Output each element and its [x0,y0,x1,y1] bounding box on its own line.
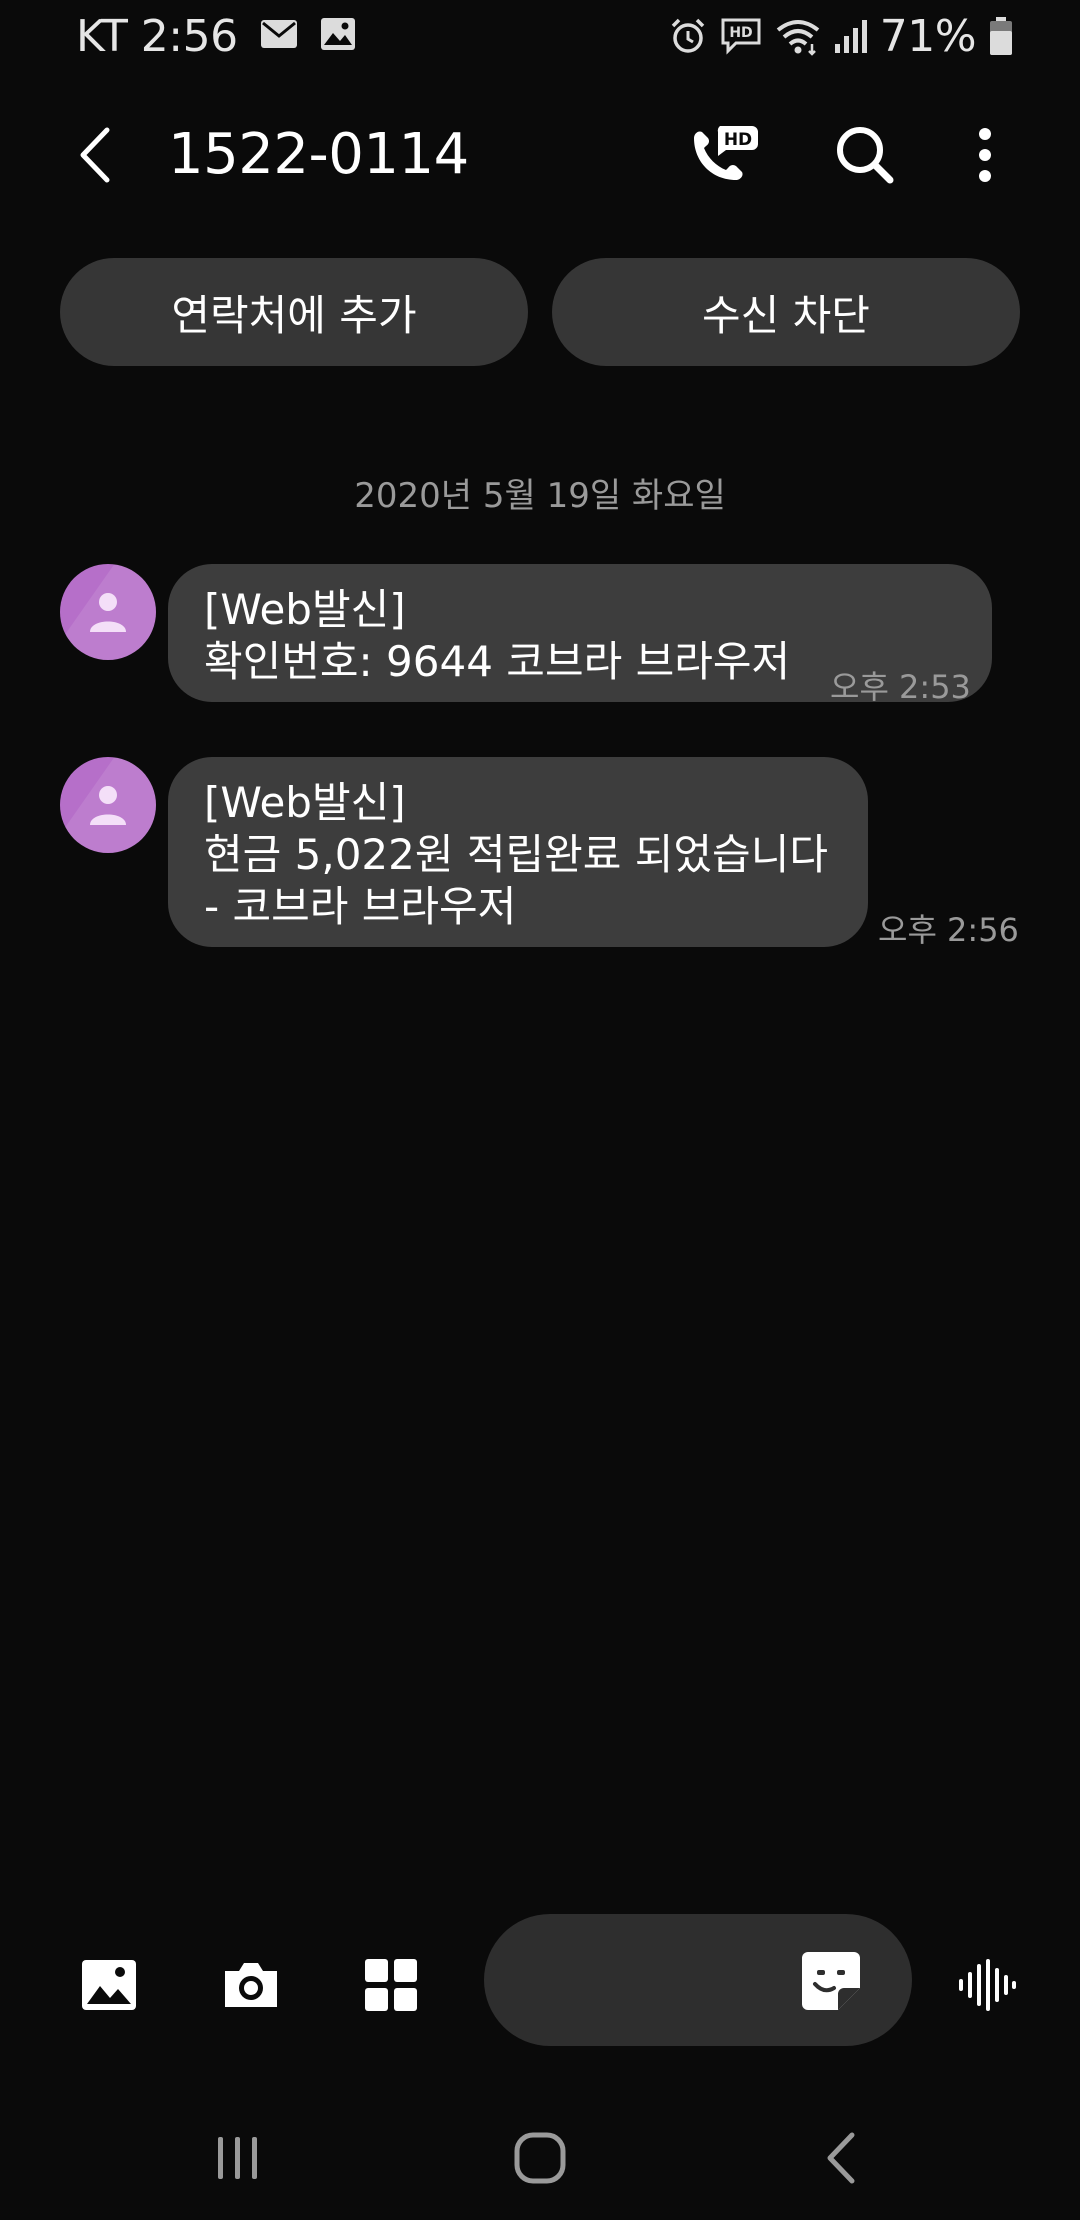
status-bar: KT 2:56 HD 71% [0,0,1080,74]
person-icon [90,786,126,825]
apps-button[interactable] [356,1950,426,2020]
avatar[interactable] [60,757,156,853]
recents-button[interactable] [188,2118,288,2198]
camera-icon [225,1963,277,2007]
message-time: 오후 2:56 [878,911,1019,949]
status-right: HD 71% [668,8,1014,64]
person-icon [90,593,126,632]
carrier-time: KT 2:56 [76,10,238,62]
compose-bar [0,1910,1080,2050]
gallery-icon [82,1960,136,2010]
signal-icon [834,18,868,54]
sticker-button[interactable] [800,1950,870,2020]
hd-call-button[interactable]: HD [680,118,760,198]
conversation-header: 1522-0114 HD [0,100,1080,210]
status-left: KT 2:56 [76,8,356,64]
gallery-button[interactable] [74,1950,144,2020]
battery-icon [988,16,1014,56]
system-nav-bar [0,2100,1080,2220]
add-to-contacts-button[interactable]: 연락처에 추가 [60,258,528,366]
back-icon [827,2132,855,2184]
svg-text:HD: HD [724,130,752,150]
contact-number-title: 1522-0114 [168,122,469,187]
home-icon [514,2132,566,2184]
voice-record-button[interactable] [952,1950,1022,2020]
camera-button[interactable] [216,1950,286,2020]
block-number-button[interactable]: 수신 차단 [552,258,1020,366]
message-line: - 코브라 브라우저 [204,882,517,931]
back-button[interactable] [60,120,130,190]
alarm-icon [668,16,708,56]
back-arrow-icon [80,127,110,183]
battery-percent: 71% [879,10,977,62]
message-bubble[interactable]: [Web발신] 현금 5,022원 적립완료 되었습니다 - 코브라 브라우저 [168,757,868,947]
recents-icon [218,2137,257,2179]
search-button[interactable] [830,120,900,190]
hd-call-icon: HD [694,126,758,180]
messages-screen: KT 2:56 HD 71% 1522-0114 HD 연락처에 추가 수신 차… [0,0,1080,2220]
message-line: [Web발신] [204,778,406,827]
avatar[interactable] [60,564,156,660]
nav-back-button[interactable] [792,2118,892,2198]
message-time: 오후 2:53 [830,668,971,706]
home-button[interactable] [490,2118,590,2198]
more-vert-icon [979,128,991,182]
mail-icon [260,19,298,53]
sticker-icon [802,1952,860,2010]
svg-text:HD: HD [729,25,752,41]
image-icon [320,17,356,55]
date-divider: 2020년 5월 19일 화요일 [354,476,726,516]
search-icon [837,127,894,184]
apps-grid-icon [365,1959,417,2011]
voice-wave-icon [959,1959,1016,2011]
hd-voice-icon: HD [720,17,762,55]
wifi-icon [774,16,822,56]
message-line: [Web발신] [204,585,406,634]
message-line: 현금 5,022원 적립완료 되었습니다 [204,830,828,879]
more-options-button[interactable] [960,120,1010,190]
